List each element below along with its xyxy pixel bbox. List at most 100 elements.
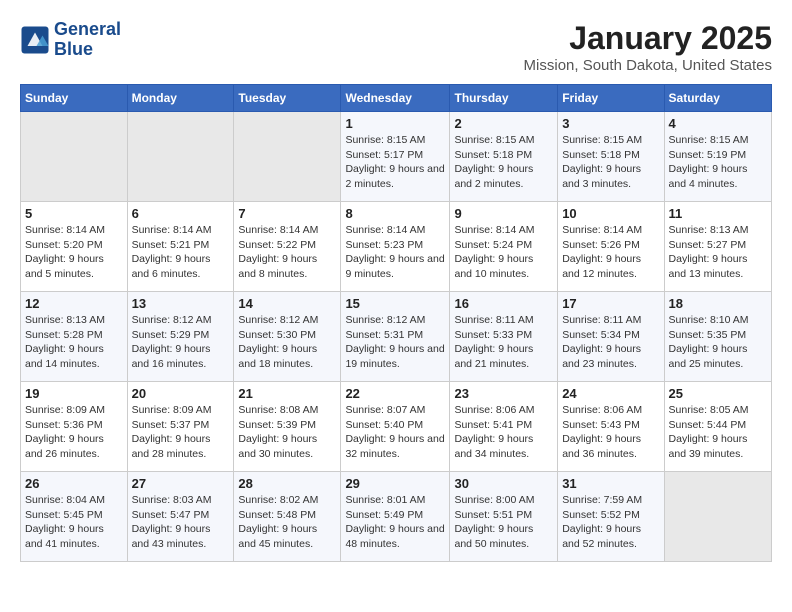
day-info: Sunrise: 8:06 AMSunset: 5:41 PMDaylight:…	[454, 403, 553, 462]
day-info: Sunrise: 8:12 AMSunset: 5:31 PMDaylight:…	[345, 313, 445, 372]
day-info: Sunrise: 8:15 AMSunset: 5:19 PMDaylight:…	[669, 133, 767, 192]
day-info: Sunrise: 8:09 AMSunset: 5:36 PMDaylight:…	[25, 403, 123, 462]
day-number: 23	[454, 386, 553, 401]
calendar-cell	[234, 112, 341, 202]
calendar-cell: 26Sunrise: 8:04 AMSunset: 5:45 PMDayligh…	[21, 472, 128, 562]
day-info: Sunrise: 8:12 AMSunset: 5:30 PMDaylight:…	[238, 313, 336, 372]
day-info: Sunrise: 8:14 AMSunset: 5:20 PMDaylight:…	[25, 223, 123, 282]
calendar-table: SundayMondayTuesdayWednesdayThursdayFrid…	[20, 84, 772, 562]
day-info: Sunrise: 8:13 AMSunset: 5:27 PMDaylight:…	[669, 223, 767, 282]
calendar-cell: 27 Sunrise: 8:03 AMSunset: 5:47 PMDayligh…	[127, 472, 234, 562]
day-number: 15	[345, 296, 445, 311]
calendar-cell: 11 Sunrise: 8:13 AMSunset: 5:27 PMDayligh…	[664, 202, 771, 292]
day-number: 3	[562, 116, 659, 131]
calendar-cell: 9Sunrise: 8:14 AMSunset: 5:24 PMDaylight…	[450, 202, 558, 292]
calendar-week-1: 1 Sunrise: 8:15 AMSunset: 5:17 PMDaylight…	[21, 112, 772, 202]
calendar-cell: 30 Sunrise: 8:00 AMSunset: 5:51 PMDayligh…	[450, 472, 558, 562]
header-monday: Monday	[127, 85, 234, 112]
calendar-cell: 23 Sunrise: 8:06 AMSunset: 5:41 PMDayligh…	[450, 382, 558, 472]
day-number: 1	[345, 116, 445, 131]
calendar-cell: 5 Sunrise: 8:14 AMSunset: 5:20 PMDaylight…	[21, 202, 128, 292]
calendar-week-2: 5 Sunrise: 8:14 AMSunset: 5:20 PMDaylight…	[21, 202, 772, 292]
header-friday: Friday	[558, 85, 664, 112]
day-info: Sunrise: 8:11 AMSunset: 5:33 PMDaylight:…	[454, 313, 553, 372]
calendar-week-3: 12 Sunrise: 8:13 AMSunset: 5:28 PMDayligh…	[21, 292, 772, 382]
calendar-cell: 24Sunrise: 8:06 AMSunset: 5:43 PMDayligh…	[558, 382, 664, 472]
day-number: 2	[454, 116, 553, 131]
calendar-week-4: 19 Sunrise: 8:09 AMSunset: 5:36 PMDayligh…	[21, 382, 772, 472]
calendar-cell: 1 Sunrise: 8:15 AMSunset: 5:17 PMDaylight…	[341, 112, 450, 202]
calendar-cell: 4 Sunrise: 8:15 AMSunset: 5:19 PMDaylight…	[664, 112, 771, 202]
calendar-cell: 6 Sunrise: 8:14 AMSunset: 5:21 PMDaylight…	[127, 202, 234, 292]
day-number: 12	[25, 296, 123, 311]
day-info: Sunrise: 8:12 AMSunset: 5:29 PMDaylight:…	[132, 313, 230, 372]
logo-text: General Blue	[54, 20, 121, 60]
day-number: 25	[669, 386, 767, 401]
day-info: Sunrise: 8:10 AMSunset: 5:35 PMDaylight:…	[669, 313, 767, 372]
day-info: Sunrise: 8:05 AMSunset: 5:44 PMDaylight:…	[669, 403, 767, 462]
header-tuesday: Tuesday	[234, 85, 341, 112]
calendar-cell: 31 Sunrise: 7:59 AMSunset: 5:52 PMDayligh…	[558, 472, 664, 562]
header-sunday: Sunday	[21, 85, 128, 112]
page-title: January 2025	[524, 20, 772, 57]
day-number: 6	[132, 206, 230, 221]
day-info: Sunrise: 8:03 AMSunset: 5:47 PMDaylight:…	[132, 493, 230, 552]
day-info: Sunrise: 8:00 AMSunset: 5:51 PMDaylight:…	[454, 493, 553, 552]
calendar-week-5: 26Sunrise: 8:04 AMSunset: 5:45 PMDayligh…	[21, 472, 772, 562]
day-number: 19	[25, 386, 123, 401]
calendar-cell: 21 Sunrise: 8:08 AMSunset: 5:39 PMDayligh…	[234, 382, 341, 472]
calendar-cell: 13Sunrise: 8:12 AMSunset: 5:29 PMDayligh…	[127, 292, 234, 382]
day-info: Sunrise: 8:14 AMSunset: 5:26 PMDaylight:…	[562, 223, 659, 282]
day-info: Sunrise: 7:59 AMSunset: 5:52 PMDaylight:…	[562, 493, 659, 552]
page-header: General Blue January 2025 Mission, South…	[20, 20, 772, 74]
day-info: Sunrise: 8:15 AMSunset: 5:17 PMDaylight:…	[345, 133, 445, 192]
day-info: Sunrise: 8:14 AMSunset: 5:21 PMDaylight:…	[132, 223, 230, 282]
calendar-cell: 28Sunrise: 8:02 AMSunset: 5:48 PMDayligh…	[234, 472, 341, 562]
calendar-cell: 25 Sunrise: 8:05 AMSunset: 5:44 PMDayligh…	[664, 382, 771, 472]
page-subtitle: Mission, South Dakota, United States	[524, 57, 772, 74]
calendar-cell: 19 Sunrise: 8:09 AMSunset: 5:36 PMDayligh…	[21, 382, 128, 472]
day-number: 5	[25, 206, 123, 221]
day-number: 20	[132, 386, 230, 401]
calendar-cell	[127, 112, 234, 202]
day-number: 8	[345, 206, 445, 221]
logo: General Blue	[20, 20, 121, 60]
calendar-cell: 12 Sunrise: 8:13 AMSunset: 5:28 PMDayligh…	[21, 292, 128, 382]
day-number: 14	[238, 296, 336, 311]
day-number: 17	[562, 296, 659, 311]
day-number: 28	[238, 476, 336, 491]
day-number: 7	[238, 206, 336, 221]
calendar-cell: 22Sunrise: 8:07 AMSunset: 5:40 PMDayligh…	[341, 382, 450, 472]
calendar-cell: 18 Sunrise: 8:10 AMSunset: 5:35 PMDayligh…	[664, 292, 771, 382]
day-info: Sunrise: 8:08 AMSunset: 5:39 PMDaylight:…	[238, 403, 336, 462]
calendar-cell: 7 Sunrise: 8:14 AMSunset: 5:22 PMDaylight…	[234, 202, 341, 292]
calendar-cell	[21, 112, 128, 202]
calendar-cell: 14 Sunrise: 8:12 AMSunset: 5:30 PMDayligh…	[234, 292, 341, 382]
calendar-cell: 29 Sunrise: 8:01 AMSunset: 5:49 PMDayligh…	[341, 472, 450, 562]
calendar-cell: 17Sunrise: 8:11 AMSunset: 5:34 PMDayligh…	[558, 292, 664, 382]
day-number: 31	[562, 476, 659, 491]
day-number: 10	[562, 206, 659, 221]
day-number: 27	[132, 476, 230, 491]
calendar-cell: 3Sunrise: 8:15 AMSunset: 5:18 PMDaylight…	[558, 112, 664, 202]
day-number: 9	[454, 206, 553, 221]
day-number: 11	[669, 206, 767, 221]
day-number: 21	[238, 386, 336, 401]
day-number: 16	[454, 296, 553, 311]
day-info: Sunrise: 8:01 AMSunset: 5:49 PMDaylight:…	[345, 493, 445, 552]
day-info: Sunrise: 8:13 AMSunset: 5:28 PMDaylight:…	[25, 313, 123, 372]
day-info: Sunrise: 8:04 AMSunset: 5:45 PMDaylight:…	[25, 493, 123, 552]
calendar-header-row: SundayMondayTuesdayWednesdayThursdayFrid…	[21, 85, 772, 112]
calendar-cell	[664, 472, 771, 562]
day-number: 30	[454, 476, 553, 491]
calendar-cell: 2Sunrise: 8:15 AMSunset: 5:18 PMDaylight…	[450, 112, 558, 202]
calendar-cell: 20Sunrise: 8:09 AMSunset: 5:37 PMDayligh…	[127, 382, 234, 472]
day-number: 18	[669, 296, 767, 311]
logo-icon	[20, 25, 50, 55]
calendar-cell: 16 Sunrise: 8:11 AMSunset: 5:33 PMDayligh…	[450, 292, 558, 382]
day-number: 29	[345, 476, 445, 491]
day-info: Sunrise: 8:14 AMSunset: 5:22 PMDaylight:…	[238, 223, 336, 282]
day-info: Sunrise: 8:06 AMSunset: 5:43 PMDaylight:…	[562, 403, 659, 462]
day-number: 4	[669, 116, 767, 131]
calendar-cell: 15 Sunrise: 8:12 AMSunset: 5:31 PMDayligh…	[341, 292, 450, 382]
